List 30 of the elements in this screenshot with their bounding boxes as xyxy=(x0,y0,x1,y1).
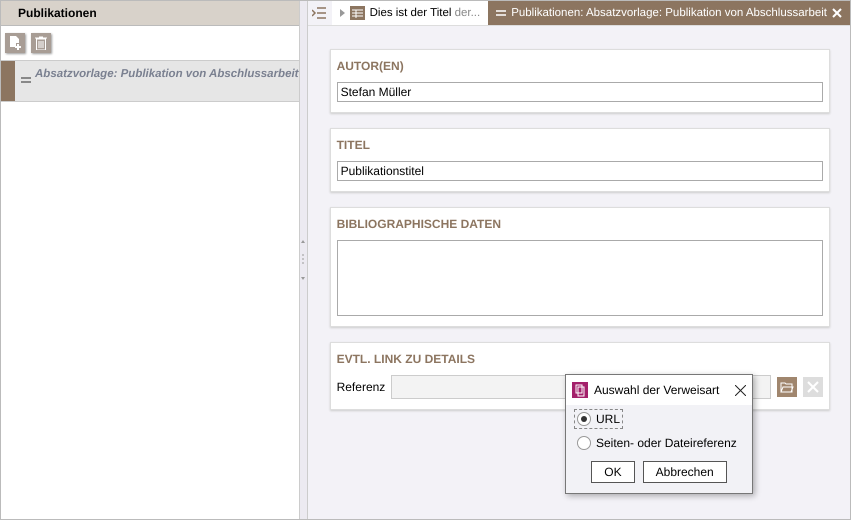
drag-handle-icon xyxy=(21,77,31,83)
dialog-title: Auswahl der Verweisart xyxy=(594,383,720,397)
dialog-button[interactable]: OK xyxy=(591,461,635,483)
section-title: TITEL xyxy=(336,138,371,152)
tab[interactable]: Publikationen: Absatzvorlage: Publikation von Abschlussarbeit xyxy=(488,1,850,25)
caret-icon xyxy=(340,9,345,17)
table-icon xyxy=(350,6,365,20)
section-title: AUTOR(EN) xyxy=(336,59,405,73)
field-label: Referenz xyxy=(336,380,386,394)
document-icon xyxy=(572,382,588,398)
folder-button[interactable] xyxy=(777,377,797,397)
x-icon xyxy=(807,381,819,393)
delete-button[interactable] xyxy=(31,33,51,53)
splitter-handle-icon xyxy=(301,240,306,280)
tab[interactable]: Dies ist der Titel der... xyxy=(332,1,488,25)
menu-icon[interactable] xyxy=(312,7,326,19)
radio-option[interactable]: Seiten- oder Dateireferenz xyxy=(574,433,740,453)
section-title: EVTL. LINK ZU DETAILS xyxy=(336,352,476,366)
text-area[interactable] xyxy=(336,240,823,316)
dialog-button[interactable]: Abbrechen xyxy=(642,461,727,483)
folder-icon xyxy=(780,381,794,393)
paragraph-icon xyxy=(496,10,506,16)
input-field[interactable]: Stefan Müller xyxy=(336,82,823,102)
panel-title: Publikationen xyxy=(1,1,298,26)
item-label: Absatzvorlage: Publikation von Abschlussarbeit xyxy=(35,68,298,82)
close-icon[interactable] xyxy=(735,384,746,396)
add-page-button[interactable] xyxy=(5,33,25,53)
section-title: BIBLIOGRAPHISCHE DATEN xyxy=(336,217,502,231)
radio-option[interactable]: URL xyxy=(574,409,624,429)
input-field[interactable]: Publikationstitel xyxy=(336,161,823,181)
